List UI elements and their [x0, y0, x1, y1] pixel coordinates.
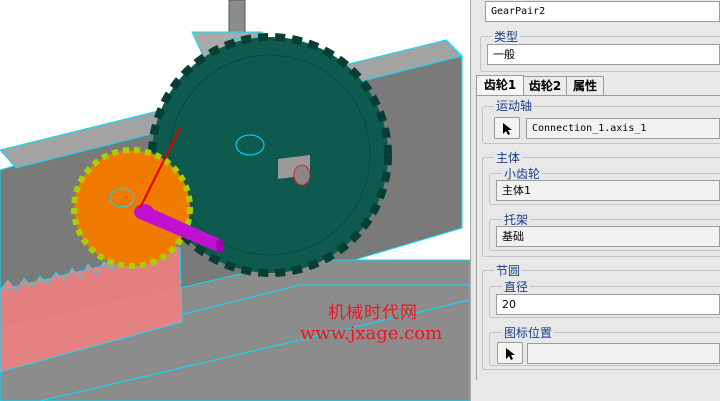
type-select[interactable]: 一般 — [487, 44, 720, 65]
diameter-label: 直径 — [502, 278, 531, 295]
type-label: 类型 — [492, 28, 521, 45]
model-viewport[interactable]: 机械时代网 www.jxage.com — [0, 0, 470, 401]
pointer-arrow-icon — [506, 348, 515, 360]
name-field[interactable]: GearPair2 — [485, 1, 720, 22]
motion-axis-field[interactable]: Connection_1.axis_1 — [526, 118, 720, 139]
icon-position-field[interactable] — [527, 343, 720, 364]
tab-properties[interactable]: 属性 — [566, 76, 604, 95]
body-label: 主体 — [494, 149, 523, 166]
tab-gear-1[interactable]: 齿轮1 — [476, 75, 524, 96]
watermark-line-2: www.jxage.com — [300, 323, 443, 344]
motion-axis-select-button[interactable] — [494, 117, 520, 139]
diameter-field[interactable]: 20 — [496, 294, 720, 315]
carrier-field[interactable]: 基础 — [496, 226, 720, 247]
pinion-field[interactable]: 主体1 — [496, 180, 720, 201]
tab-gear-2[interactable]: 齿轮2 — [523, 76, 567, 95]
icon-position-select-button[interactable] — [497, 342, 523, 364]
pitch-circle-label: 节圆 — [494, 262, 523, 279]
motion-axis-label: 运动轴 — [494, 97, 535, 114]
watermark-line-1: 机械时代网 — [328, 303, 418, 323]
icon-position-label: 图标位置 — [502, 324, 555, 341]
pointer-arrow-icon — [503, 123, 512, 135]
